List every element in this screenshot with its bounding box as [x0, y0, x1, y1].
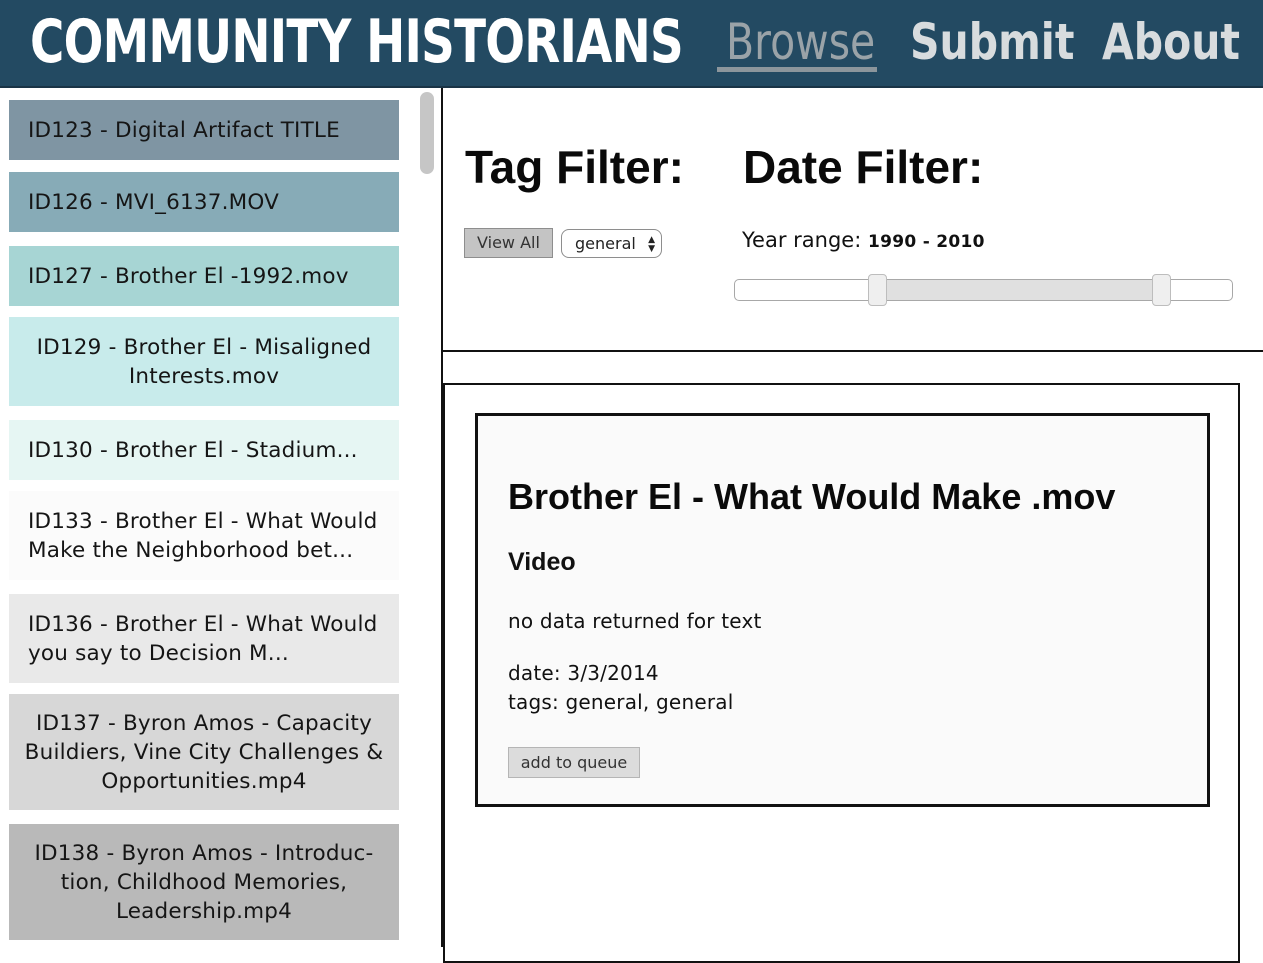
result-type: Video	[508, 548, 576, 576]
list-item[interactable]: ID137 - Byron Amos - Capacity Buildiers,…	[9, 694, 399, 810]
list-item-label: ID123 - Digital Artifact TITLE	[28, 117, 340, 143]
list-item[interactable]: ID133 - Brother El - What Would Make the…	[9, 491, 399, 580]
list-item-label: ID126 - MVI_6137.MOV	[28, 189, 280, 215]
slider-min-handle[interactable]	[868, 274, 887, 306]
select-arrows-icon: ▲ ▼	[648, 235, 655, 254]
list-item-label: ID137 - Byron Amos - Capacity Buildiers,…	[24, 710, 384, 794]
year-range-slider[interactable]	[734, 274, 1233, 306]
list-item-label: ID138 - Byron Amos - Introduc-tion, Chil…	[34, 840, 374, 924]
year-range-label: Year range: 1990 - 2010	[742, 228, 985, 252]
list-item[interactable]: ID130 - Brother El - Stadium...	[9, 420, 399, 480]
date-filter-heading: Date Filter:	[743, 141, 984, 193]
year-range-caption: Year range:	[742, 228, 862, 252]
view-all-button[interactable]: View All	[464, 228, 553, 258]
top-nav-bar: COMMUNITY HISTORIANS Browse Submit About	[0, 0, 1263, 88]
result-title: Brother El - What Would Make .mov	[508, 476, 1116, 517]
tag-filter-heading: Tag Filter:	[465, 141, 684, 193]
result-card: Brother El - What Would Make .mov Video …	[475, 413, 1210, 807]
result-tags: tags: general, general	[508, 690, 734, 714]
year-range-value: 1990 - 2010	[867, 232, 985, 252]
list-item[interactable]: ID127 - Brother El -1992.mov	[9, 246, 399, 306]
list-item[interactable]: ID123 - Digital Artifact TITLE	[9, 100, 399, 160]
nav-active-underline	[717, 67, 877, 72]
slider-selected-range	[877, 280, 1161, 300]
list-item-label: ID129 - Brother El - Misaligned Interest…	[36, 334, 372, 389]
artifact-list: ID123 - Digital Artifact TITLE ID126 - M…	[0, 88, 414, 947]
slider-max-handle[interactable]	[1152, 274, 1171, 306]
nav-submit-link[interactable]: Submit	[910, 0, 1074, 88]
list-item[interactable]: ID126 - MVI_6137.MOV	[9, 172, 399, 232]
result-date: date: 3/3/2014	[508, 661, 659, 685]
list-item-label: ID127 - Brother El -1992.mov	[28, 263, 349, 289]
list-item[interactable]: ID138 - Byron Amos - Introduc-tion, Chil…	[9, 824, 399, 940]
site-title[interactable]: COMMUNITY HISTORIANS	[30, 0, 684, 86]
list-item-label: ID136 - Brother El - What Would you say …	[28, 611, 378, 666]
filter-panel: Tag Filter: Date Filter: View All genera…	[443, 88, 1263, 352]
list-item-label: ID133 - Brother El - What Would Make the…	[28, 508, 378, 563]
nav-browse-link[interactable]: Browse	[726, 0, 875, 88]
list-item[interactable]: ID129 - Brother El - Misaligned Interest…	[9, 317, 399, 406]
result-text: no data returned for text	[508, 609, 762, 633]
tag-select-value: general	[575, 234, 636, 253]
list-item[interactable]: ID136 - Brother El - What Would you say …	[9, 594, 399, 683]
nav-about-link[interactable]: About	[1102, 0, 1240, 88]
tag-select[interactable]: general ▲ ▼	[561, 229, 662, 258]
scrollbar-thumb[interactable]	[420, 92, 434, 174]
sidebar-scrollbar[interactable]	[413, 88, 443, 947]
add-to-queue-button[interactable]: add to queue	[508, 747, 640, 778]
list-item-label: ID130 - Brother El - Stadium...	[28, 437, 358, 463]
